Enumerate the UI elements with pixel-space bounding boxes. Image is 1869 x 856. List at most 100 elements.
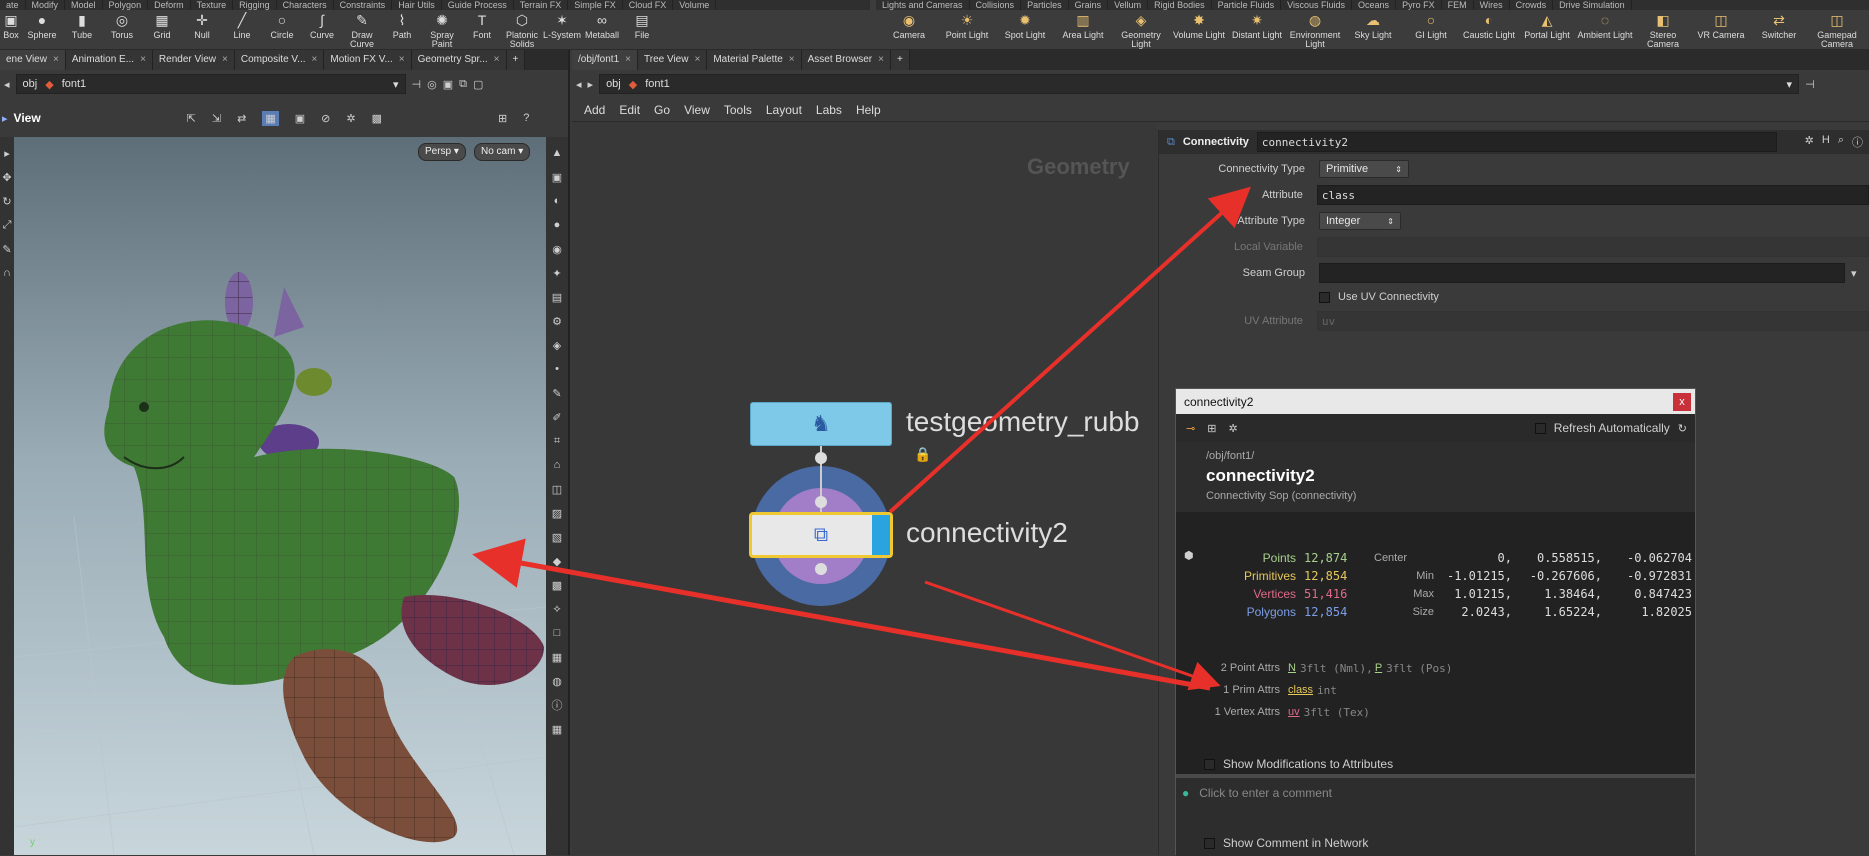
shelf-tool-caustic-light[interactable]: ◐ Caustic Light — [1460, 12, 1518, 50]
menu-help[interactable]: Help — [856, 103, 881, 117]
shelf-tab[interactable]: Deform — [148, 0, 191, 10]
chevron-down-icon[interactable]: ▾ — [393, 78, 399, 91]
tool-o-icon[interactable]: □ — [549, 625, 565, 641]
menu-view[interactable]: View — [684, 103, 710, 117]
add-icon[interactable]: ⊞ — [1207, 422, 1216, 435]
connectivity-type-value[interactable]: Primitive — [1326, 163, 1368, 175]
pin-icon[interactable]: ⊣ — [1805, 78, 1815, 91]
shelf-tool-environment-light[interactable]: ◍ Environment Light — [1286, 12, 1344, 50]
shelf-tab[interactable]: Terrain FX — [514, 0, 569, 10]
shelf-tool-path[interactable]: ⌇ Path — [382, 12, 422, 50]
tool-c-icon[interactable]: ✦ — [549, 265, 565, 281]
shelf-tool-file[interactable]: ▤ File — [622, 12, 662, 50]
obj-path[interactable]: obj — [23, 78, 38, 90]
shelf-tool-box[interactable]: ▣ Box — [0, 12, 22, 50]
link-icon[interactable]: ⧉ — [459, 78, 467, 91]
obj-path[interactable]: obj — [606, 78, 621, 90]
shelf-tool-l-system[interactable]: ✶ L-System — [542, 12, 582, 50]
pane-tab[interactable]: Material Palette × — [707, 50, 802, 70]
forward-arrow-icon[interactable]: ▸ — [588, 78, 594, 91]
shelf-tool-gi-light[interactable]: ○ GI Light — [1402, 12, 1460, 50]
shelf-tab[interactable]: Volume — [673, 0, 717, 10]
shelf-tab[interactable]: Pyro FX — [1396, 0, 1442, 10]
add-tab-icon[interactable]: + — [506, 50, 526, 70]
pane-tab-label[interactable]: Composite V... — [241, 54, 306, 65]
shelf-tab[interactable]: Simple FX — [568, 0, 623, 10]
shelf-tool-portal-light[interactable]: ◭ Portal Light — [1518, 12, 1576, 50]
class-attr[interactable]: class — [1288, 684, 1313, 696]
shelf-tool-stereo-camera[interactable]: ◧ Stereo Camera — [1634, 12, 1692, 50]
tool-n-icon[interactable]: ⟡ — [549, 601, 565, 617]
grid-view-icon[interactable]: ▦ — [549, 721, 565, 737]
shelf-tab[interactable]: FEM — [1442, 0, 1474, 10]
lock-icon[interactable]: ▣ — [549, 169, 565, 185]
connectivity-node[interactable]: ⧉ — [749, 512, 893, 558]
pen2-icon[interactable]: ✐ — [549, 409, 565, 425]
shelf-tab[interactable]: Wires — [1474, 0, 1510, 10]
shelf-tool-switcher[interactable]: ⇄ Switcher — [1750, 12, 1808, 50]
comment-placeholder[interactable]: Click to enter a comment — [1199, 786, 1332, 800]
use-uv-checkbox[interactable] — [1319, 291, 1330, 303]
pane-tab-label[interactable]: /obj/font1 — [578, 54, 619, 65]
render-icon[interactable]: ▣ — [295, 112, 305, 125]
tool-b-icon[interactable]: ◐ — [549, 193, 565, 209]
shelf-tool-spray-paint[interactable]: ✺ Spray Paint — [422, 12, 462, 50]
shelf-tab[interactable]: Modify — [26, 0, 66, 10]
attribute-field[interactable]: class — [1316, 185, 1869, 205]
pane-tab-label[interactable]: Asset Browser — [808, 54, 872, 65]
menu-labs[interactable]: Labs — [816, 103, 842, 117]
attribute-type-menu[interactable]: Integer ⇕ — [1319, 212, 1401, 230]
move-tool-icon[interactable]: ✥ — [0, 169, 15, 185]
shelf-tool-line[interactable]: ╱ Line — [222, 12, 262, 50]
close-icon[interactable]: × — [140, 54, 146, 65]
shelf-tool-distant-light[interactable]: ✷ Distant Light — [1228, 12, 1286, 50]
tool-e-icon[interactable]: ⚙ — [549, 313, 565, 329]
menu-go[interactable]: Go — [654, 103, 670, 117]
gear-icon[interactable]: ✲ — [1805, 134, 1814, 150]
shelf-tool-circle[interactable]: ○ Circle — [262, 12, 302, 50]
shelf-tool-null[interactable]: ✛ Null — [182, 12, 222, 50]
tool-p-icon[interactable]: ▦ — [549, 649, 565, 665]
brush-tool-icon[interactable]: ✎ — [0, 241, 15, 257]
bug-icon[interactable]: ✲ — [1228, 422, 1237, 435]
tool-q-icon[interactable]: ◍ — [549, 673, 565, 689]
select-tool-icon[interactable]: ▸ — [0, 145, 15, 161]
pane-tab-label[interactable]: ene View — [6, 54, 47, 65]
tool-d-icon[interactable]: ▤ — [549, 289, 565, 305]
shelf-tab[interactable]: Collisions — [970, 0, 1022, 10]
tool-g-icon[interactable]: ⌗ — [549, 433, 565, 449]
camera-icon[interactable]: ▩ — [372, 112, 382, 125]
testgeometry-node[interactable]: ♞ — [750, 402, 892, 446]
shelf-tool-gamepad-camera[interactable]: ◫ Gamepad Camera — [1808, 12, 1866, 50]
tool-h-icon[interactable]: ⌂ — [549, 457, 565, 473]
shelf-tab[interactable]: Grains — [1069, 0, 1109, 10]
pen-icon[interactable]: ✎ — [549, 385, 565, 401]
shelf-tool-vr-camera[interactable]: ◫ VR Camera — [1692, 12, 1750, 50]
shelf-tool-spot-light[interactable]: ✹ Spot Light — [996, 12, 1054, 50]
shelf-tab[interactable]: Viscous Fluids — [1281, 0, 1353, 10]
shelf-tab[interactable]: Oceans — [1352, 0, 1397, 10]
arrow-down-icon[interactable]: ▾ — [1851, 267, 1857, 280]
network-icon[interactable]: ⊞ — [498, 112, 507, 125]
tool-l-icon[interactable]: ◆ — [549, 553, 565, 569]
shelf-tool-draw-curve[interactable]: ✎ Draw Curve — [342, 12, 382, 50]
shelf-tab[interactable]: Drive Simulation — [1553, 0, 1632, 10]
menu-edit[interactable]: Edit — [619, 103, 640, 117]
3d-viewport[interactable]: Persp ▾ No cam ▾ y — [14, 137, 546, 855]
stop-icon[interactable]: ⊘ — [321, 112, 330, 125]
shelf-tool-metaball[interactable]: ∞ Metaball — [582, 12, 622, 50]
shelf-tab[interactable]: Cloud FX — [623, 0, 674, 10]
show-mods-checkbox[interactable] — [1204, 758, 1215, 770]
close-icon[interactable]: × — [312, 54, 318, 65]
pane-tab[interactable]: Asset Browser × — [801, 50, 891, 70]
shelf-tab[interactable]: Vellum — [1108, 0, 1149, 10]
pane-tab-label[interactable]: Material Palette — [713, 54, 782, 65]
shelf-tool-point-light[interactable]: ☀ Point Light — [938, 12, 996, 50]
select-icon[interactable]: ⇱ — [187, 112, 196, 125]
font-path[interactable]: font1 — [645, 78, 669, 90]
help-hint-icon[interactable]: H — [1822, 134, 1830, 150]
pane-tab-label[interactable]: Render View — [159, 54, 216, 65]
shelf-tool-geometry-light[interactable]: ◈ Geometry Light — [1112, 12, 1170, 50]
info-icon[interactable]: ⓘ — [1852, 134, 1863, 150]
tool-a-icon[interactable]: ▲ — [549, 145, 565, 161]
